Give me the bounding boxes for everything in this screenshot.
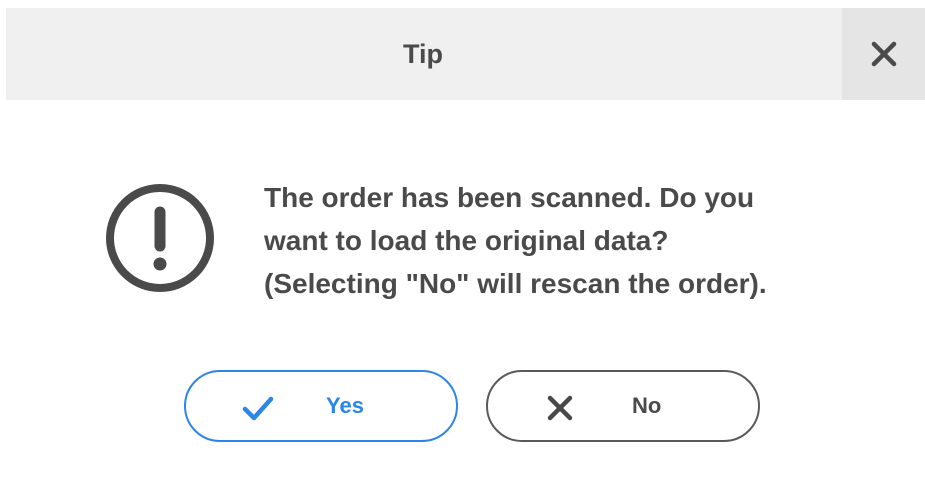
tip-dialog: Tip The order has been scanned. Do you w…: [6, 8, 925, 483]
message-line: (Selecting "No" will rescan the order).: [264, 268, 767, 299]
yes-button-label: Yes: [326, 393, 364, 418]
checkmark-icon: [242, 396, 274, 421]
message-line: want to load the original data?: [264, 225, 669, 256]
close-button[interactable]: [842, 8, 925, 100]
no-button-label: No: [632, 393, 662, 418]
dialog-message: The order has been scanned. Do you want …: [264, 176, 884, 305]
message-line: The order has been scanned. Do you: [264, 182, 755, 213]
yes-button[interactable]: Yes: [184, 370, 458, 442]
dialog-titlebar: Tip: [6, 8, 925, 100]
close-icon: [871, 41, 896, 67]
dialog-title: Tip: [403, 39, 443, 69]
x-icon: [547, 395, 573, 421]
no-button[interactable]: No: [486, 370, 760, 442]
exclamation-circle-icon: [106, 184, 214, 292]
